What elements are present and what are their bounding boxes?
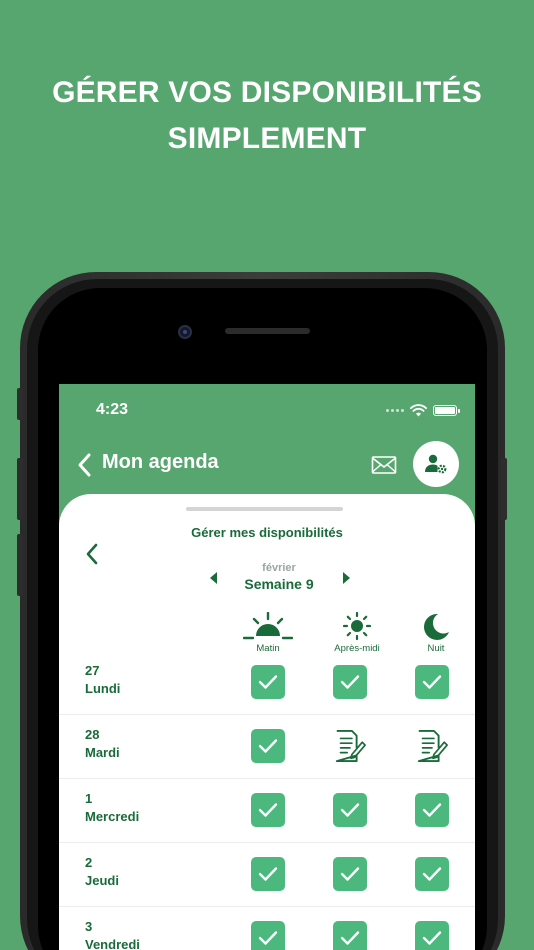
check-icon — [422, 803, 442, 817]
day-number: 28 — [85, 727, 100, 742]
document-edit-icon — [417, 729, 448, 763]
phone-volume-up — [17, 458, 23, 520]
slot-night-toggle[interactable] — [415, 793, 449, 827]
availability-sheet: Gérer mes disponibilités février Semaine… — [59, 494, 475, 950]
day-name: Lundi — [85, 681, 121, 696]
check-icon — [340, 803, 360, 817]
day-row: 2 Jeudi — [59, 843, 475, 907]
check-icon — [422, 931, 442, 945]
day-number: 3 — [85, 919, 93, 934]
day-name: Mercredi — [85, 809, 140, 824]
day-name: Jeudi — [85, 873, 119, 888]
sunrise-icon — [243, 612, 293, 640]
page-title: Mon agenda — [102, 451, 219, 473]
camera-icon — [178, 325, 192, 339]
slot-afternoon-toggle[interactable] — [333, 793, 367, 827]
day-name: Mardi — [85, 745, 120, 760]
document-edit-icon — [335, 729, 366, 763]
sheet-grabber[interactable] — [186, 507, 343, 511]
profile-settings-button[interactable] — [413, 441, 459, 487]
day-row: 3 Vendredi — [59, 907, 475, 950]
phone-screen: 4:23 Mon agenda Gérer mes disponibilités — [59, 384, 475, 950]
slot-afternoon-toggle[interactable] — [333, 729, 367, 763]
promo-headline-line2: SIMPLEMENT — [167, 122, 367, 155]
wifi-icon — [410, 404, 427, 417]
check-icon — [340, 931, 360, 945]
moon-icon — [424, 613, 449, 640]
status-time: 4:23 — [96, 401, 129, 418]
sheet-back-button[interactable] — [84, 541, 100, 567]
check-icon — [258, 675, 278, 689]
sheet-title: Gérer mes disponibilités — [191, 525, 343, 540]
slot-morning-toggle[interactable] — [251, 729, 285, 763]
sun-icon — [342, 612, 372, 641]
phone-power-button — [501, 458, 507, 520]
user-gear-icon — [425, 454, 447, 474]
phone-mute-switch — [17, 388, 23, 420]
phone-volume-down — [17, 534, 23, 596]
back-button[interactable] — [73, 450, 95, 480]
check-icon — [258, 803, 278, 817]
slot-morning-toggle[interactable] — [251, 793, 285, 827]
next-week-button[interactable] — [342, 572, 350, 584]
day-name: Vendredi — [85, 937, 140, 950]
status-icons — [386, 404, 460, 417]
day-number: 1 — [85, 791, 93, 806]
slot-morning-toggle[interactable] — [251, 665, 285, 699]
slot-night-toggle[interactable] — [415, 921, 449, 950]
previous-week-button[interactable] — [210, 572, 218, 584]
day-row: 28 Mardi — [59, 715, 475, 779]
day-number: 2 — [85, 855, 93, 870]
mail-icon[interactable] — [371, 453, 397, 477]
battery-icon — [433, 405, 460, 416]
signal-icon — [386, 409, 404, 412]
check-icon — [340, 675, 360, 689]
promo-headline: GÉRER VOS DISPONIBILITÉS SIMPLEMENT — [0, 70, 534, 162]
check-icon — [258, 739, 278, 753]
column-afternoon: Après-midi — [322, 612, 392, 654]
week-month: février — [262, 562, 296, 574]
week-label: Semaine 9 — [244, 576, 314, 592]
check-icon — [340, 867, 360, 881]
slot-night-toggle[interactable] — [415, 729, 449, 763]
check-icon — [258, 867, 278, 881]
slot-morning-toggle[interactable] — [251, 921, 285, 950]
promo-headline-line1: GÉRER VOS DISPONIBILITÉS — [52, 76, 482, 109]
slot-night-toggle[interactable] — [415, 857, 449, 891]
check-icon — [422, 867, 442, 881]
column-morning: Matin — [233, 612, 303, 654]
day-row: 27 Lundi — [59, 651, 475, 715]
column-night: Nuit — [401, 612, 471, 654]
slot-afternoon-toggle[interactable] — [333, 921, 367, 950]
slot-night-toggle[interactable] — [415, 665, 449, 699]
slot-morning-toggle[interactable] — [251, 857, 285, 891]
day-number: 27 — [85, 663, 100, 678]
speaker-grille — [225, 328, 310, 334]
check-icon — [258, 931, 278, 945]
slot-afternoon-toggle[interactable] — [333, 857, 367, 891]
day-row: 1 Mercredi — [59, 779, 475, 843]
check-icon — [422, 675, 442, 689]
slot-afternoon-toggle[interactable] — [333, 665, 367, 699]
